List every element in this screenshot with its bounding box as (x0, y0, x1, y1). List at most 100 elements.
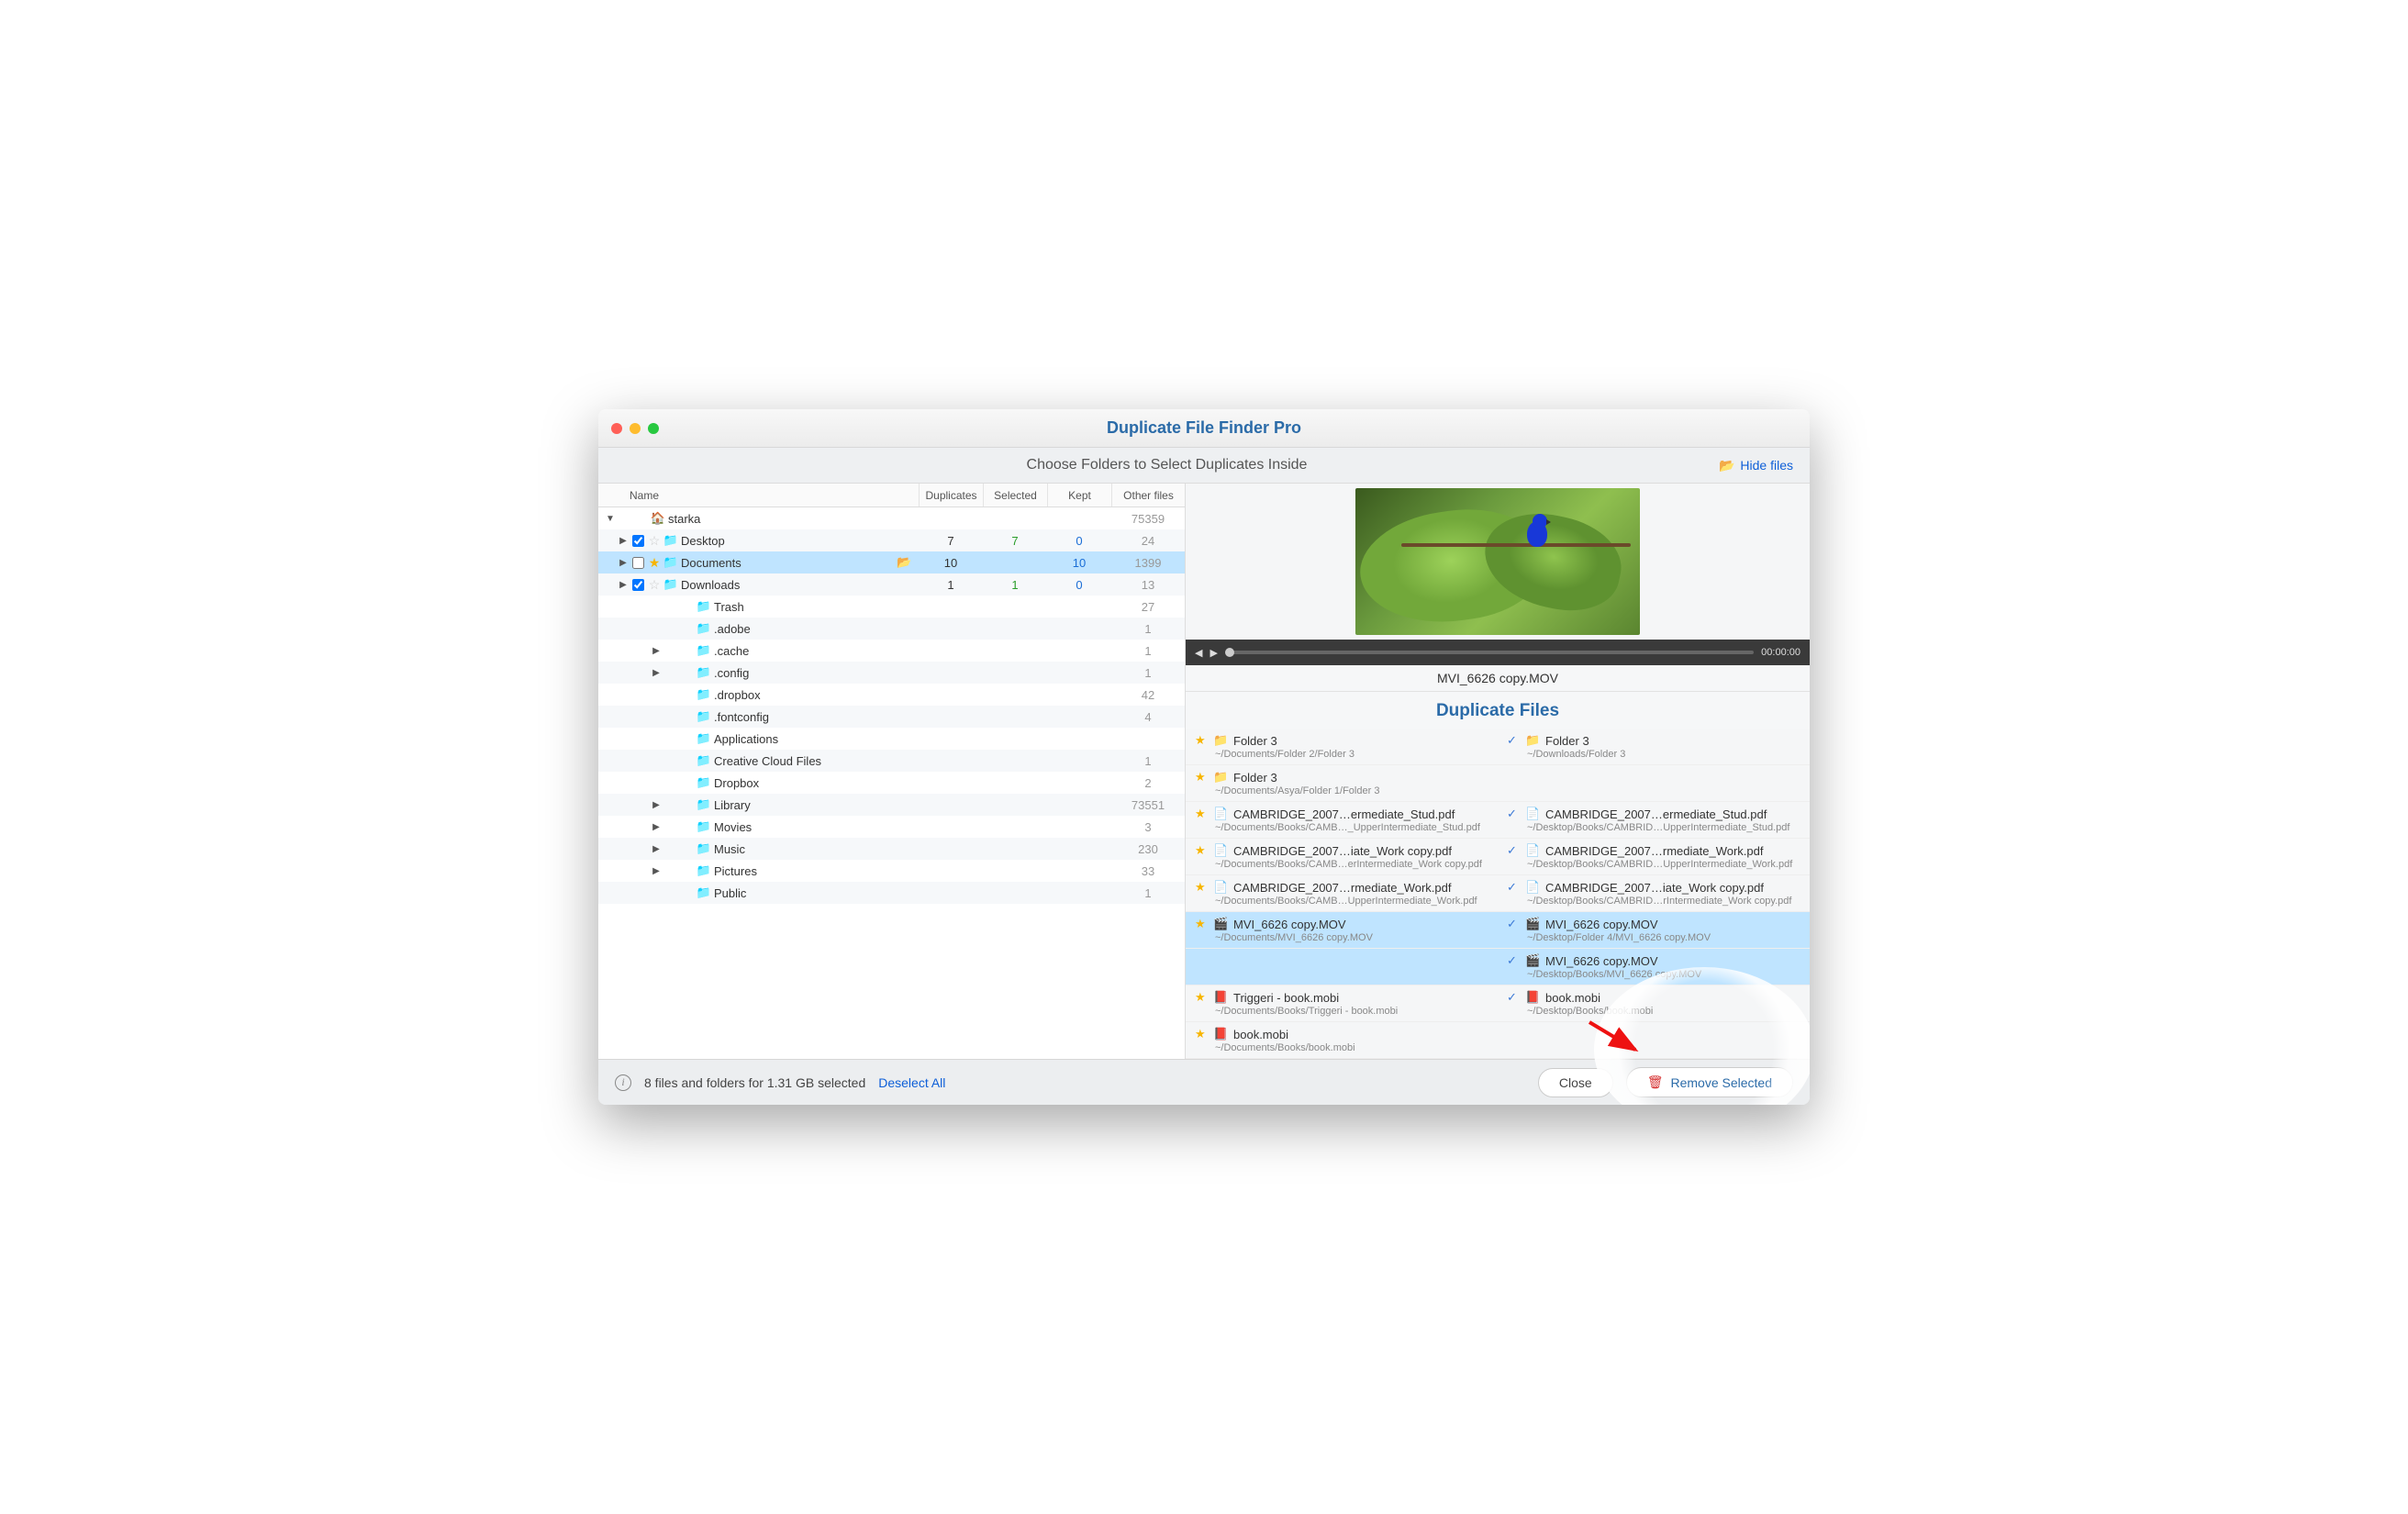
duplicate-cell[interactable] (1186, 949, 1498, 985)
duplicate-row[interactable]: ★🎬MVI_6626 copy.MOV~/Documents/MVI_6626 … (1186, 912, 1810, 949)
deselect-all-link[interactable]: Deselect All (878, 1075, 945, 1090)
star-icon[interactable]: ★ (1195, 807, 1208, 821)
disclosure-arrow[interactable]: ▶ (650, 844, 663, 854)
folder-row[interactable]: 📁.dropbox42 (598, 684, 1185, 706)
folder-row[interactable]: ▶☆📁Downloads11013 (598, 573, 1185, 596)
duplicate-row[interactable]: ★📁Folder 3~/Documents/Asya/Folder 1/Fold… (1186, 765, 1810, 802)
star-icon[interactable]: ★ (646, 555, 663, 571)
info-icon[interactable]: i (615, 1074, 631, 1091)
duplicate-row[interactable]: ★📕book.mobi~/Documents/Books/book.mobi (1186, 1022, 1810, 1059)
folder-row[interactable]: 📁Trash27 (598, 596, 1185, 618)
folder-row[interactable]: ▶📁.cache1 (598, 640, 1185, 662)
star-icon[interactable]: ☆ (646, 577, 663, 593)
play-button[interactable]: ▶ (1210, 647, 1217, 659)
folder-checkbox[interactable] (630, 535, 646, 547)
disclosure-arrow[interactable]: ▶ (650, 646, 663, 656)
file-path: ~/Documents/Books/Triggeri - book.mobi (1195, 1006, 1490, 1017)
duplicate-row[interactable]: ✓🎬MVI_6626 copy.MOV~/Desktop/Books/MVI_6… (1186, 949, 1810, 985)
folder-row[interactable]: ▶📁Pictures33 (598, 860, 1185, 882)
hide-files-link[interactable]: 📂 Hide files (1719, 458, 1793, 473)
duplicate-cell[interactable]: ★📄CAMBRIDGE_2007…iate_Work copy.pdf~/Doc… (1186, 839, 1498, 874)
check-icon[interactable]: ✓ (1507, 880, 1520, 895)
seek-knob[interactable] (1225, 648, 1234, 657)
duplicate-cell[interactable]: ✓📄CAMBRIDGE_2007…iate_Work copy.pdf~/Des… (1498, 875, 1810, 911)
folder-row[interactable]: 📁Applications (598, 728, 1185, 750)
duplicate-cell[interactable] (1498, 765, 1810, 801)
star-icon[interactable]: ★ (1195, 733, 1208, 748)
duplicate-cell[interactable]: ★📕book.mobi~/Documents/Books/book.mobi (1186, 1022, 1498, 1058)
duplicate-cell[interactable]: ★📕Triggeri - book.mobi~/Documents/Books/… (1186, 985, 1498, 1021)
folder-row[interactable]: ▶📁.config1 (598, 662, 1185, 684)
remove-selected-button[interactable]: 🗑 Remove Selected (1626, 1067, 1793, 1097)
duplicate-cell[interactable]: ✓📄CAMBRIDGE_2007…rmediate_Work.pdf~/Desk… (1498, 839, 1810, 874)
folder-row-root[interactable]: ▼🏠starka75359 (598, 507, 1185, 529)
close-window-button[interactable] (611, 423, 622, 434)
col-other[interactable]: Other files (1111, 484, 1185, 507)
duplicate-cell[interactable] (1498, 1022, 1810, 1058)
duplicate-cell[interactable]: ★📄CAMBRIDGE_2007…ermediate_Stud.pdf~/Doc… (1186, 802, 1498, 838)
star-icon[interactable]: ★ (1195, 843, 1208, 858)
folder-row[interactable]: 📁Public1 (598, 882, 1185, 904)
disclosure-arrow[interactable]: ▶ (650, 668, 663, 678)
folder-row[interactable]: 📁.adobe1 (598, 618, 1185, 640)
folder-row[interactable]: ▶📁Music230 (598, 838, 1185, 860)
disclosure-arrow[interactable]: ▶ (650, 866, 663, 876)
video-thumbnail[interactable] (1355, 488, 1640, 635)
folder-row[interactable]: ▶📁Library73551 (598, 794, 1185, 816)
folder-tree[interactable]: ▼🏠starka75359▶☆📁Desktop77024▶★📁Documents… (598, 507, 1185, 1059)
col-name[interactable]: Name (598, 489, 919, 502)
duplicate-row[interactable]: ★📄CAMBRIDGE_2007…ermediate_Stud.pdf~/Doc… (1186, 802, 1810, 839)
folder-row[interactable]: 📁Dropbox2 (598, 772, 1185, 794)
other-count: 230 (1111, 842, 1185, 856)
disclosure-arrow[interactable]: ▶ (650, 822, 663, 832)
folder-row[interactable]: ▶★📁Documents📂10101399 (598, 551, 1185, 573)
star-icon[interactable]: ★ (1195, 880, 1208, 895)
star-icon[interactable]: ★ (1195, 917, 1208, 931)
prev-button[interactable]: ◀ (1195, 647, 1202, 659)
seek-track[interactable] (1225, 651, 1754, 654)
disclosure-arrow[interactable]: ▶ (650, 800, 663, 810)
duplicate-cell[interactable]: ✓📄CAMBRIDGE_2007…ermediate_Stud.pdf~/Des… (1498, 802, 1810, 838)
duplicate-row[interactable]: ★📄CAMBRIDGE_2007…rmediate_Work.pdf~/Docu… (1186, 875, 1810, 912)
check-icon[interactable]: ✓ (1507, 990, 1520, 1005)
duplicate-row[interactable]: ★📁Folder 3~/Documents/Folder 2/Folder 3✓… (1186, 729, 1810, 765)
zoom-window-button[interactable] (648, 423, 659, 434)
duplicate-cell[interactable]: ★📄CAMBRIDGE_2007…rmediate_Work.pdf~/Docu… (1186, 875, 1498, 911)
duplicate-cell[interactable]: ✓📕book.mobi~/Desktop/Books/book.mobi (1498, 985, 1810, 1021)
folder-row[interactable]: 📁Creative Cloud Files1 (598, 750, 1185, 772)
duplicate-cell[interactable]: ★📁Folder 3~/Documents/Folder 2/Folder 3 (1186, 729, 1498, 764)
col-selected[interactable]: Selected (983, 484, 1047, 507)
duplicate-cell[interactable]: ✓📁Folder 3~/Downloads/Folder 3 (1498, 729, 1810, 764)
check-icon[interactable]: ✓ (1507, 843, 1520, 858)
folder-row[interactable]: ▶📁Movies3 (598, 816, 1185, 838)
star-icon[interactable]: ★ (1195, 1027, 1208, 1041)
duplicate-cell[interactable]: ★📁Folder 3~/Documents/Asya/Folder 1/Fold… (1186, 765, 1498, 801)
folder-row[interactable]: 📁.fontconfig4 (598, 706, 1185, 728)
minimize-window-button[interactable] (630, 423, 641, 434)
col-duplicates[interactable]: Duplicates (919, 484, 983, 507)
folder-checkbox[interactable] (630, 557, 646, 569)
star-icon[interactable]: ☆ (646, 533, 663, 549)
duplicates-list[interactable]: ★📁Folder 3~/Documents/Folder 2/Folder 3✓… (1186, 729, 1810, 1059)
close-button[interactable]: Close (1538, 1068, 1613, 1097)
folder-name: Desktop (679, 534, 897, 548)
duplicate-cell[interactable]: ★🎬MVI_6626 copy.MOV~/Documents/MVI_6626 … (1186, 912, 1498, 948)
col-kept[interactable]: Kept (1047, 484, 1111, 507)
folder-checkbox[interactable] (630, 579, 646, 591)
duplicate-cell[interactable]: ✓🎬MVI_6626 copy.MOV~/Desktop/Folder 4/MV… (1498, 912, 1810, 948)
disclosure-arrow[interactable]: ▶ (617, 558, 630, 568)
disclosure-arrow[interactable]: ▶ (617, 580, 630, 590)
star-icon[interactable]: ★ (1195, 770, 1208, 785)
check-icon[interactable]: ✓ (1507, 807, 1520, 821)
disclosure-arrow[interactable]: ▶ (617, 536, 630, 546)
check-icon[interactable]: ✓ (1507, 953, 1520, 968)
duplicate-row[interactable]: ★📄CAMBRIDGE_2007…iate_Work copy.pdf~/Doc… (1186, 839, 1810, 875)
disclosure-arrow[interactable]: ▼ (604, 514, 617, 524)
check-icon[interactable]: ✓ (1507, 917, 1520, 931)
check-icon[interactable]: ✓ (1507, 733, 1520, 748)
folder-row[interactable]: ▶☆📁Desktop77024 (598, 529, 1185, 551)
file-name: Triggeri - book.mobi (1233, 991, 1339, 1005)
star-icon[interactable]: ★ (1195, 990, 1208, 1005)
duplicate-cell[interactable]: ✓🎬MVI_6626 copy.MOV~/Desktop/Books/MVI_6… (1498, 949, 1810, 985)
duplicate-row[interactable]: ★📕Triggeri - book.mobi~/Documents/Books/… (1186, 985, 1810, 1022)
